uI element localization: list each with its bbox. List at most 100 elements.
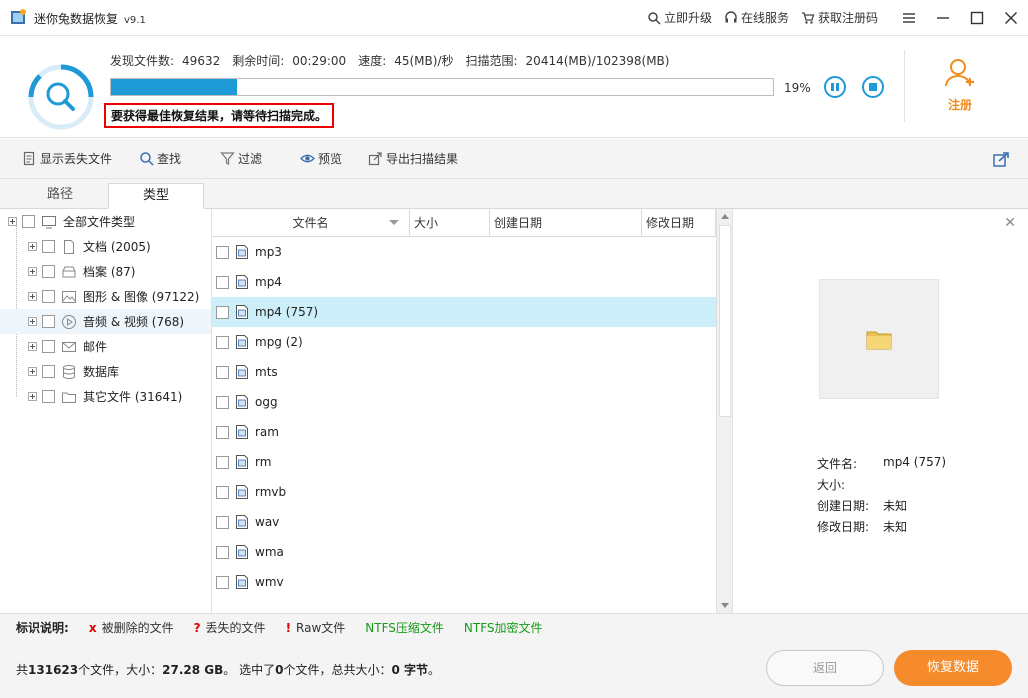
tree-item-documents[interactable]: 文档 (2005) (0, 234, 211, 259)
minimize-button[interactable] (926, 0, 960, 36)
online-service-link[interactable]: 在线服务 (724, 9, 789, 26)
tree-checkbox[interactable] (42, 240, 55, 253)
find-button[interactable]: 查找 (139, 150, 181, 167)
close-button[interactable] (994, 0, 1028, 36)
image-icon (62, 290, 76, 303)
file-row[interactable]: mpg (2) (212, 327, 716, 357)
tree-expander[interactable] (28, 342, 37, 351)
file-row[interactable]: mp3 (212, 237, 716, 267)
scanning-icon (28, 64, 94, 130)
column-header-size[interactable]: 大小 (410, 209, 490, 237)
tree-checkbox[interactable] (42, 265, 55, 278)
file-row-checkbox[interactable] (216, 545, 229, 559)
recover-data-button[interactable]: 恢复数据 (894, 650, 1012, 686)
tree-item-all-types[interactable]: 全部文件类型 (0, 209, 211, 234)
column-header-filename[interactable]: 文件名 (212, 209, 410, 237)
stop-button[interactable] (862, 76, 884, 98)
file-row[interactable]: wma (212, 537, 716, 567)
preview-button[interactable]: 预览 (300, 150, 342, 167)
file-row[interactable]: ram (212, 417, 716, 447)
file-row-name: wmv (255, 575, 284, 589)
column-header-modified[interactable]: 修改日期 (642, 209, 716, 237)
preview-thumbnail (819, 279, 939, 399)
upgrade-link[interactable]: 立即升级 (647, 9, 712, 26)
find-label: 查找 (157, 152, 182, 166)
file-list-scrollbar[interactable] (716, 209, 732, 613)
file-row-checkbox[interactable] (216, 335, 229, 349)
share-icon[interactable] (992, 150, 1010, 168)
file-row[interactable]: mts (212, 357, 716, 387)
file-row[interactable]: rm (212, 447, 716, 477)
tree-checkbox[interactable] (42, 390, 55, 403)
tree-item-label: 其它文件 (31641) (83, 390, 183, 404)
tree-item-label: 文档 (2005) (83, 240, 151, 254)
scroll-up-arrow-icon[interactable] (721, 214, 729, 219)
scan-hint-text: 要获得最佳恢复结果，请等待扫描完成。 (104, 103, 335, 128)
back-button[interactable]: 返回 (766, 650, 884, 686)
tree-expander[interactable] (28, 292, 37, 301)
get-register-code-link[interactable]: 获取注册码 (801, 9, 878, 26)
file-row[interactable]: wmv (212, 567, 716, 597)
menu-button[interactable] (892, 0, 926, 36)
file-row-checkbox[interactable] (216, 395, 229, 409)
tree-checkbox[interactable] (42, 365, 55, 378)
pause-button[interactable] (824, 76, 846, 98)
register-button[interactable]: 注册 (930, 56, 990, 113)
media-file-icon (236, 575, 248, 589)
tree-item-other-files[interactable]: 其它文件 (31641) (0, 384, 211, 409)
file-row[interactable]: ogg (212, 387, 716, 417)
tree-expander[interactable] (8, 217, 17, 226)
maximize-button[interactable] (960, 0, 994, 36)
file-row-checkbox[interactable] (216, 275, 229, 289)
scan-progress-bar (110, 78, 774, 96)
file-row-checkbox[interactable] (216, 305, 229, 319)
tree-expander[interactable] (28, 392, 37, 401)
filter-button[interactable]: 过滤 (220, 150, 262, 167)
file-row[interactable]: rmvb (212, 477, 716, 507)
tab-type[interactable]: 类型 (108, 183, 204, 209)
computer-icon (42, 215, 56, 228)
file-row-checkbox[interactable] (216, 515, 229, 529)
media-file-icon (236, 395, 248, 409)
file-row-name: wav (255, 515, 280, 529)
file-type-tree: 全部文件类型 文档 (2005) 档案 (87) 图形 & 图像 (97122)… (0, 209, 212, 613)
tree-expander[interactable] (28, 317, 37, 326)
tree-expander[interactable] (28, 367, 37, 376)
document-icon (64, 239, 74, 254)
file-row-checkbox[interactable] (216, 455, 229, 469)
file-row[interactable]: wav (212, 507, 716, 537)
file-row[interactable]: mp4 (757) (212, 297, 716, 327)
tab-path[interactable]: 路径 (12, 183, 108, 209)
preview-filename: 文件名: mp4 (757) (817, 455, 946, 472)
file-row-checkbox[interactable] (216, 575, 229, 589)
file-row-checkbox[interactable] (216, 425, 229, 439)
scrollbar-thumb[interactable] (719, 225, 731, 417)
mail-icon (62, 341, 76, 352)
tree-checkbox[interactable] (22, 215, 35, 228)
file-row-checkbox[interactable] (216, 245, 229, 259)
show-lost-files-button[interactable]: 显示丢失文件 (22, 150, 112, 167)
export-scan-results-button[interactable]: 导出扫描结果 (368, 150, 458, 167)
legend-lost: ? 丢失的文件 (194, 619, 266, 636)
tree-item-audio-video[interactable]: 音频 & 视频 (768) (0, 309, 211, 334)
speed-stat: 速度: 45(MB)/秒 (358, 52, 453, 69)
file-row-name: ram (255, 425, 279, 439)
file-row[interactable]: mp4 (212, 267, 716, 297)
preview-modified-value: 未知 (883, 520, 908, 534)
tree-expander[interactable] (28, 242, 37, 251)
tree-item-archives[interactable]: 档案 (87) (0, 259, 211, 284)
file-row-checkbox[interactable] (216, 485, 229, 499)
tree-item-images[interactable]: 图形 & 图像 (97122) (0, 284, 211, 309)
file-row-name: mp4 (757) (255, 305, 319, 319)
tree-checkbox[interactable] (42, 340, 55, 353)
column-header-created[interactable]: 创建日期 (490, 209, 642, 237)
preview-close-icon[interactable]: ✕ (1004, 215, 1016, 231)
tree-expander[interactable] (28, 267, 37, 276)
tree-item-mail[interactable]: 邮件 (0, 334, 211, 359)
scroll-down-arrow-icon[interactable] (721, 603, 729, 608)
tree-item-database[interactable]: 数据库 (0, 359, 211, 384)
tree-checkbox[interactable] (42, 315, 55, 328)
file-row-checkbox[interactable] (216, 365, 229, 379)
tree-checkbox[interactable] (42, 290, 55, 303)
tree-item-label: 档案 (87) (83, 265, 136, 279)
